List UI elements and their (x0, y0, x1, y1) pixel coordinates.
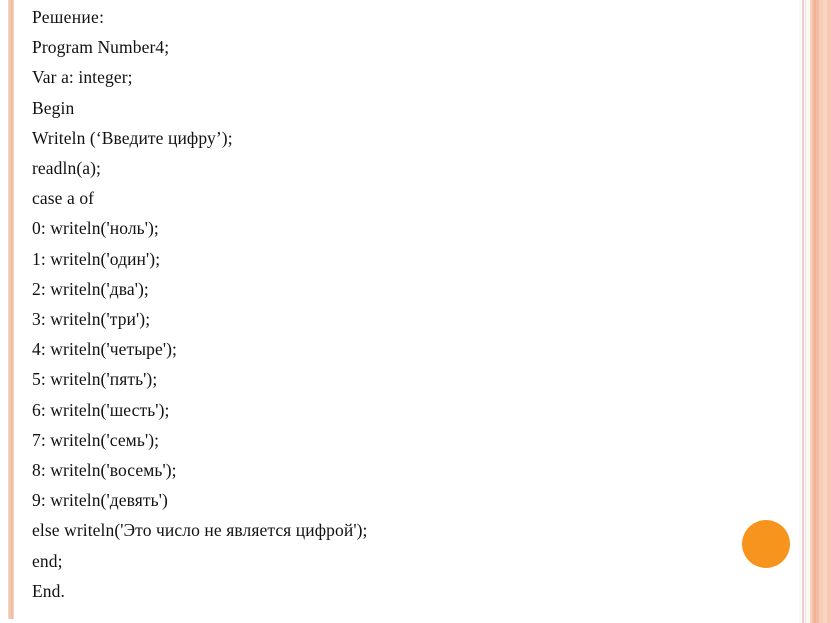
code-line: Решение: (32, 7, 105, 27)
code-line: 1: writeln('один'); (32, 248, 161, 269)
stripe-band (826, 0, 831, 623)
code-line: Writeln (‘Введите цифру’); (32, 127, 233, 148)
code-line: case a of (32, 188, 95, 209)
left-accent-bar (8, 0, 14, 619)
code-line: 6: writeln('шесть'); (32, 399, 170, 420)
code-line: else writeln('Это число не является цифр… (32, 520, 368, 541)
right-stripe-decoration (795, 0, 831, 623)
code-line: End. (32, 580, 65, 601)
code-line: Var a: integer; (32, 67, 133, 88)
code-line: 5: writeln('пять'); (32, 369, 158, 390)
code-line: 8: writeln('восемь'); (32, 460, 177, 481)
code-line: 3: writeln('три'); (32, 309, 151, 330)
code-line: 4: writeln('четыре'); (32, 339, 177, 360)
code-line: end; (32, 550, 63, 571)
code-line: 9: writeln('девять') (32, 490, 168, 511)
stripe-band (799, 0, 801, 623)
code-line: 7: writeln('семь'); (32, 429, 160, 450)
code-listing: Решение: Program Number4; Var a: integer; B… (32, 2, 732, 606)
code-line: Program Number4; (32, 37, 170, 58)
slide-canvas: Решение: Program Number4; Var a: integer; B… (0, 0, 831, 623)
code-line: 2: writeln('два'); (32, 278, 149, 299)
code-line: readln(a); (32, 158, 102, 179)
code-line: 0: writeln('ноль'); (32, 218, 159, 239)
orange-circle-decoration (742, 520, 790, 568)
code-line: Begin (32, 97, 75, 118)
